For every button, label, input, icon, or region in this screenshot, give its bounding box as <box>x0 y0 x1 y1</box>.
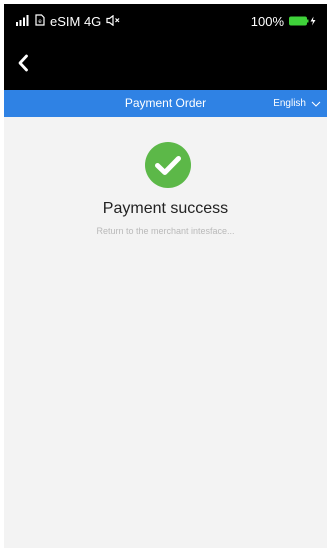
battery-charging-icon <box>289 14 317 29</box>
payment-status-title: Payment success <box>102 200 229 217</box>
status-left: e eSIM 4G <box>16 13 121 29</box>
carrier-label: eSIM 4G <box>50 13 102 29</box>
signal-bars-icon <box>16 14 30 29</box>
check-circle-icon <box>145 142 191 188</box>
chevron-left-icon <box>18 54 28 72</box>
redirect-message: Return to the merchant intesface... <box>96 226 235 236</box>
svg-text:e: e <box>38 19 42 25</box>
app-header <box>4 40 327 90</box>
payment-order-bar: Payment Order English <box>4 90 327 117</box>
sim-card-icon: e <box>35 13 45 29</box>
status-bar: e eSIM 4G 100% <box>4 4 327 40</box>
back-button[interactable] <box>10 50 36 76</box>
chevron-down-icon <box>311 101 321 107</box>
muted-speaker-icon <box>106 14 121 29</box>
status-right: 100% <box>251 13 317 29</box>
language-label: English <box>273 98 306 109</box>
phone-screen: e eSIM 4G 100% Payment Order English Pay… <box>4 4 327 548</box>
battery-percent: 100% <box>250 13 284 29</box>
language-select[interactable]: English <box>273 90 321 117</box>
